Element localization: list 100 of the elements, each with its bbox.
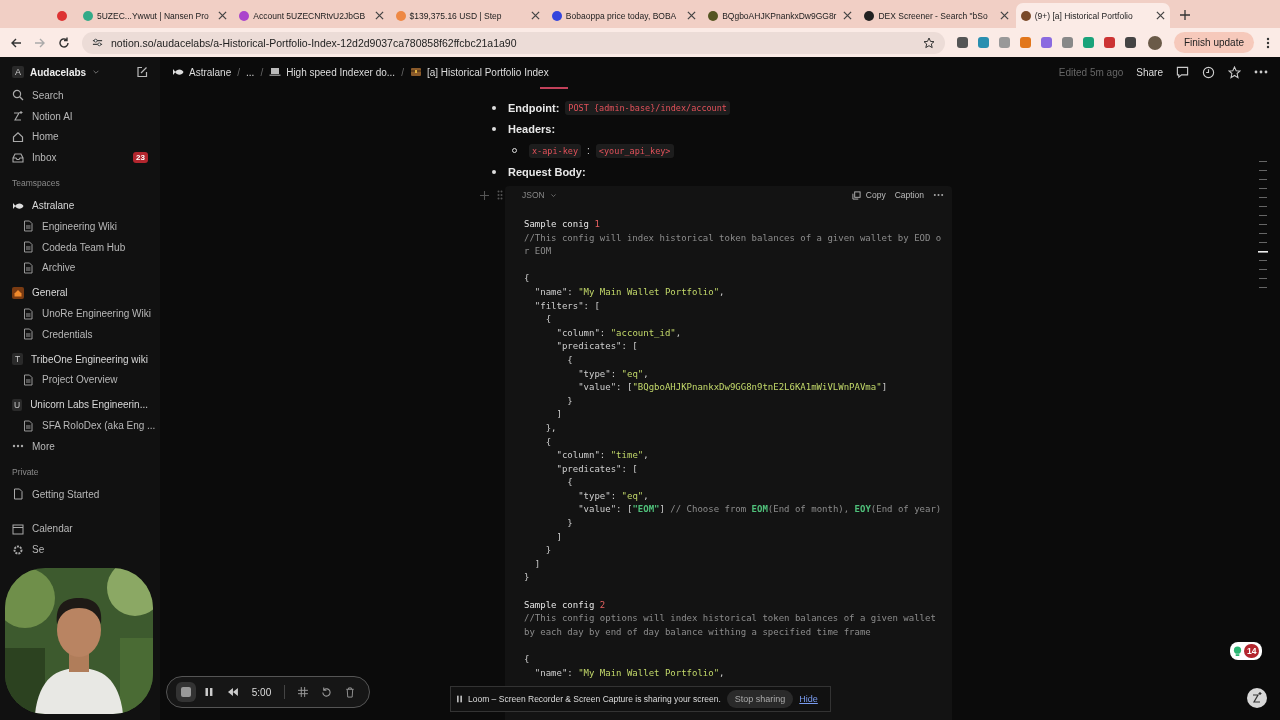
sidebar-page[interactable]: Credentials bbox=[6, 323, 154, 345]
sidebar-item[interactable]: Search bbox=[6, 85, 154, 106]
browser-tab[interactable]: $139,375.16 USD | Step bbox=[390, 3, 545, 28]
finish-update-button[interactable]: Finish update bbox=[1173, 32, 1254, 53]
sidebar-page[interactable]: Archive bbox=[6, 257, 154, 279]
copy-icon[interactable] bbox=[851, 190, 861, 200]
sidebar-page[interactable]: Project Overview bbox=[6, 369, 154, 391]
trash-icon[interactable] bbox=[345, 686, 355, 698]
sidebar-item[interactable]: Getting Started bbox=[6, 483, 154, 505]
caption-button[interactable]: Caption bbox=[894, 190, 928, 200]
breadcrumb-link[interactable]: High speed Indexer do... bbox=[286, 66, 396, 78]
clock-icon[interactable] bbox=[1202, 65, 1215, 79]
extension-icons-drawing[interactable] bbox=[956, 37, 1136, 48]
code-line: }, bbox=[544, 421, 558, 435]
code-line: { bbox=[524, 272, 531, 286]
house-icon bbox=[12, 286, 24, 299]
sidebar-item[interactable]: Inbox 23 bbox=[6, 147, 154, 169]
close-icon[interactable] bbox=[1155, 11, 1165, 20]
close-icon[interactable] bbox=[999, 11, 1009, 20]
sharing-message: Loom – Screen Recorder & Screen Capture is sharing your screen. bbox=[468, 694, 721, 704]
sidebar-item[interactable]: T TribeOne Engineering wiki bbox=[6, 348, 154, 370]
site-settings-icon[interactable] bbox=[92, 37, 103, 48]
language-selector[interactable]: JSON bbox=[522, 190, 545, 200]
sidebar-item[interactable]: General bbox=[6, 282, 154, 304]
page-icon bbox=[22, 241, 34, 254]
ellipsis-icon bbox=[12, 444, 24, 449]
code-line: "type": "eq", bbox=[577, 489, 650, 503]
notification-badge[interactable]: 14 bbox=[1230, 642, 1263, 660]
add-block-icon[interactable] bbox=[480, 190, 489, 200]
code-line: "predicates": [ bbox=[555, 340, 639, 354]
close-icon[interactable] bbox=[843, 11, 853, 20]
chevron-down-icon[interactable] bbox=[92, 68, 101, 76]
restart-icon[interactable] bbox=[321, 686, 333, 698]
page-icon bbox=[22, 373, 34, 386]
breadcrumb-link[interactable]: ... bbox=[246, 66, 255, 78]
close-icon[interactable] bbox=[530, 11, 540, 20]
browser-tab[interactable]: Bobaoppa price today, BOBA bbox=[546, 3, 702, 28]
sidebar-item[interactable]: Calendar bbox=[6, 518, 154, 540]
favicon-icon bbox=[57, 10, 67, 21]
browser-tab[interactable]: BQgboAHJKPnankxDw9GG8r bbox=[703, 3, 858, 28]
close-icon[interactable] bbox=[687, 11, 697, 20]
browser-tab[interactable]: 5UZEC...Ywwut | Nansen Pro bbox=[78, 3, 233, 28]
sidebar-item[interactable]: Se bbox=[6, 539, 154, 561]
home-icon bbox=[12, 131, 24, 143]
page-icon bbox=[22, 419, 34, 432]
address-field[interactable]: notion.so/audacelabs/a-Historical-Portfolio-Index-12d2d9037ca780858f62ffcbc21a1a90 bbox=[82, 31, 945, 54]
reload-icon[interactable] bbox=[58, 36, 70, 49]
comment-icon[interactable] bbox=[1176, 65, 1189, 79]
page-outline-drawing[interactable] bbox=[1258, 161, 1268, 291]
share-button[interactable]: Share bbox=[1136, 66, 1163, 78]
profile-avatar-icon[interactable] bbox=[1147, 35, 1162, 50]
more-options-icon[interactable] bbox=[1254, 70, 1268, 74]
recording-timer: 5:00 bbox=[251, 686, 272, 698]
browser-tab[interactable]: DEX Screener - Search "bSo bbox=[859, 3, 1014, 28]
stop-sharing-button[interactable]: Stop sharing bbox=[726, 690, 794, 708]
treasure-chest-icon bbox=[409, 67, 422, 77]
new-page-icon[interactable] bbox=[136, 66, 148, 78]
sidebar-item[interactable]: Astralane bbox=[6, 195, 154, 216]
close-icon[interactable] bbox=[218, 11, 228, 20]
new-tab-icon[interactable] bbox=[1179, 10, 1190, 20]
more-options-icon[interactable] bbox=[1266, 36, 1270, 49]
inline-code: POST {admin-base}/index/account bbox=[565, 100, 730, 115]
code-line: } bbox=[566, 517, 574, 531]
rewind-icon[interactable] bbox=[226, 687, 239, 697]
bullet-label: Headers: bbox=[508, 123, 556, 136]
sidebar-page[interactable]: Engineering Wiki bbox=[6, 216, 154, 237]
drag-handle-icon[interactable] bbox=[497, 190, 503, 200]
breadcrumb-link[interactable]: [a] Historical Portfolio Index bbox=[426, 66, 549, 78]
code-line: "value": ["BQgboAHJKPnankxDw9GG8n9tnE2L6KA1mWiVLWnPAVma"] bbox=[577, 381, 889, 395]
sidebar-page[interactable]: UnoRe Engineering Wiki bbox=[6, 303, 154, 324]
code-line: r EOM bbox=[524, 245, 553, 259]
code-line: { bbox=[544, 313, 553, 327]
sidebar-item[interactable]: Home bbox=[6, 126, 154, 148]
breadcrumb-separator: / bbox=[237, 66, 241, 78]
breadcrumb-link[interactable]: Astralane bbox=[189, 66, 232, 78]
back-icon[interactable] bbox=[10, 36, 22, 49]
page-icon bbox=[22, 261, 34, 274]
browser-tab[interactable]: Account 5UZECNRtvU2JbGB bbox=[234, 3, 389, 28]
sidebar-item[interactable]: U Unicorn Labs Engineerin... bbox=[6, 394, 154, 416]
code-line: { bbox=[566, 476, 574, 490]
sidebar-item[interactable]: Notion AI bbox=[6, 105, 154, 127]
star-icon[interactable] bbox=[1228, 65, 1241, 79]
edited-timestamp: Edited 5m ago bbox=[1058, 66, 1124, 78]
workspace-switcher[interactable]: Audacelabs bbox=[30, 66, 87, 78]
sidebar-page[interactable]: Codeda Team Hub bbox=[6, 236, 154, 258]
favicon-icon bbox=[83, 10, 93, 21]
close-icon[interactable] bbox=[374, 11, 384, 20]
bookmark-star-icon[interactable] bbox=[922, 36, 935, 49]
hide-link[interactable]: Hide bbox=[799, 694, 818, 704]
sidebar-item[interactable]: More bbox=[6, 435, 154, 457]
grid-icon[interactable] bbox=[298, 687, 309, 697]
chevron-down-icon[interactable] bbox=[549, 191, 557, 199]
browser-tab[interactable]: (9+) [a] Historical Portfolio bbox=[1015, 3, 1170, 28]
pause-icon[interactable] bbox=[203, 687, 214, 697]
workspace-initial: A bbox=[12, 66, 24, 78]
sidebar-page[interactable]: SFA RoloDex (aka Eng ... bbox=[6, 415, 154, 436]
more-options-icon[interactable] bbox=[933, 193, 944, 197]
copy-button[interactable]: Copy bbox=[865, 190, 890, 200]
favicon-icon bbox=[708, 10, 719, 21]
bullet-label: Endpoint: bbox=[508, 101, 560, 114]
